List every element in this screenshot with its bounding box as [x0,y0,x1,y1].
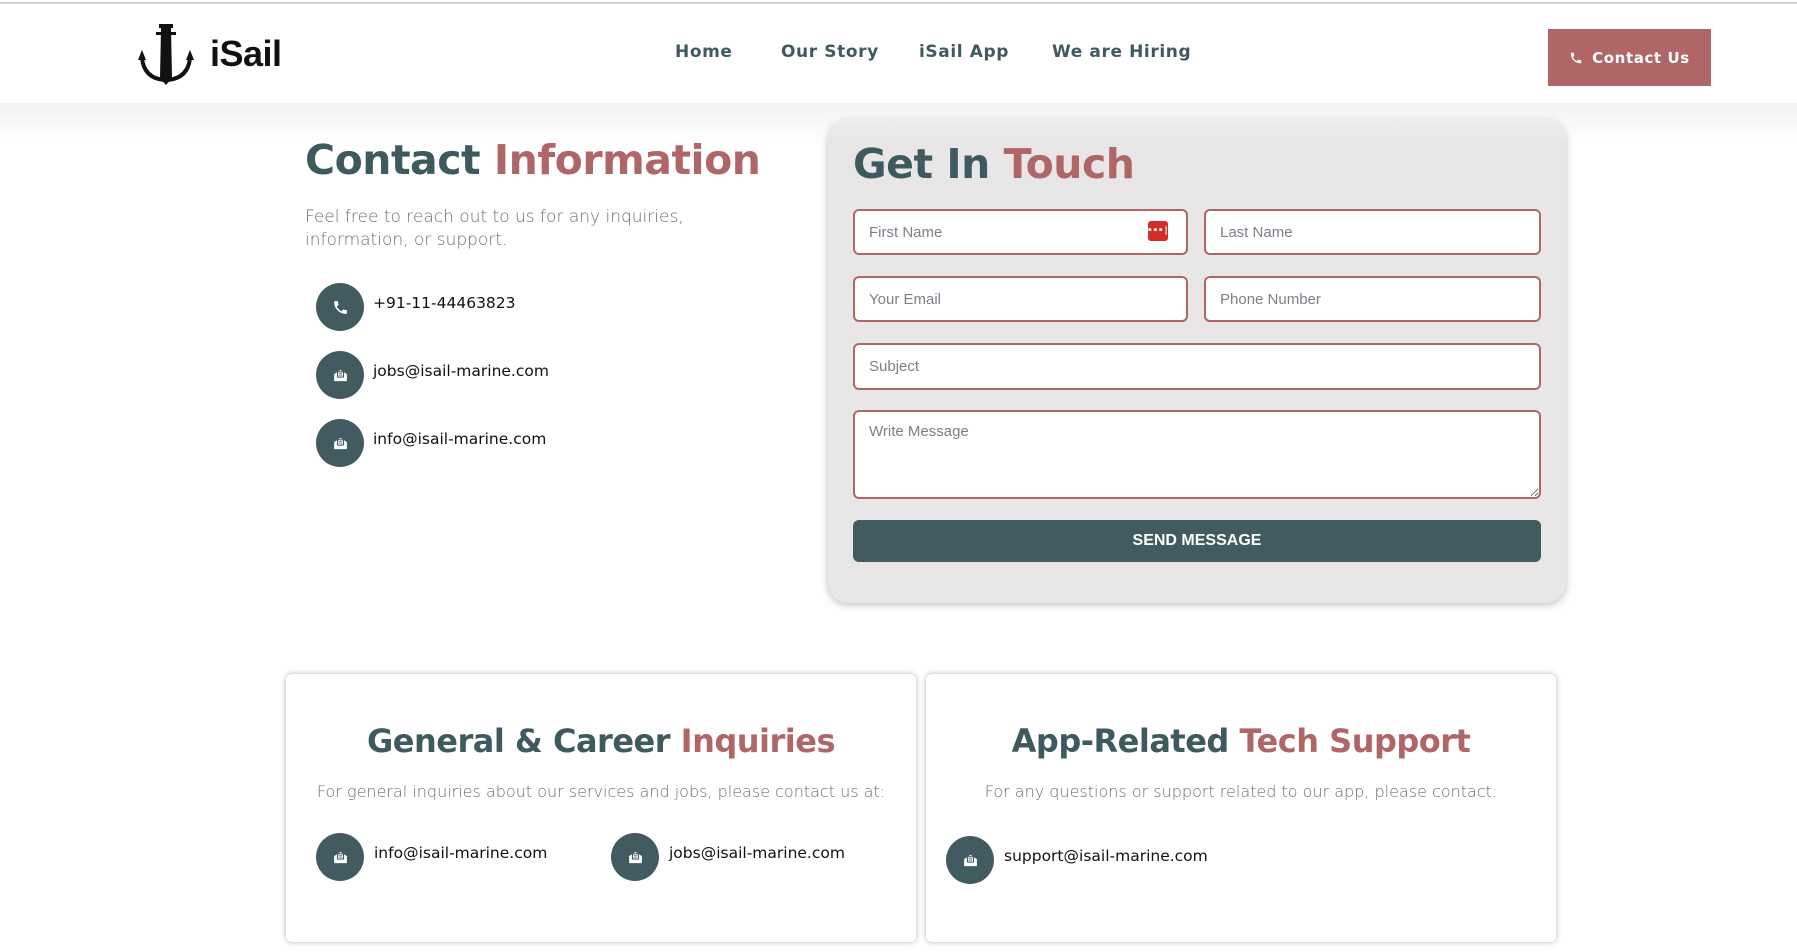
tech-support-email-text[interactable]: support@isail-marine.com [1004,847,1208,865]
title-accent: Tech Support [1239,722,1471,760]
general-jobs-email-text[interactable]: jobs@isail-marine.com [669,844,845,862]
message-textarea[interactable] [853,410,1541,499]
send-message-button[interactable]: SEND MESSAGE [853,520,1541,562]
tech-card-title: App-Related Tech Support [926,722,1556,760]
contact-information-description: Feel free to reach out to us for any inq… [305,207,684,250]
envelope-open-text-icon [316,419,364,467]
general-jobs-email-item: jobs@isail-marine.com [611,833,845,881]
contact-phone-text[interactable]: +91-11-44463823 [373,294,516,312]
form-title: Get In Touch [853,140,1135,188]
contact-info-email-text[interactable]: info@isail-marine.com [373,430,546,448]
contact-item-info-email: info@isail-marine.com [316,419,546,467]
header-shadow [0,103,1797,143]
title-accent: Touch [1003,140,1135,188]
tech-support-email-item: support@isail-marine.com [946,836,1208,884]
contact-item-phone: +91-11-44463823 [316,283,516,331]
envelope-open-text-icon [946,836,994,884]
title-accent: Inquiries [680,722,836,760]
password-manager-icon[interactable]: •••| [1147,221,1169,241]
general-career-card: General & Career Inquiries For general i… [286,674,916,942]
envelope-open-text-icon [316,351,364,399]
title-main: General & Career [366,722,671,760]
contact-us-button[interactable]: Contact Us [1548,29,1711,86]
logo[interactable]: iSail [138,22,282,86]
contact-form: Get In Touch •••| SEND MESSAGE [828,118,1566,603]
general-info-email-item: info@isail-marine.com [316,833,547,881]
general-card-title: General & Career Inquiries [286,722,916,760]
site-header: iSail Home Our Story iSail App We are Hi… [0,4,1797,103]
title-accent: Information [493,136,761,184]
subject-input[interactable] [853,343,1541,390]
first-name-input[interactable] [853,209,1188,255]
envelope-open-text-icon [611,833,659,881]
brand-name: iSail [210,33,282,74]
contact-item-jobs-email: jobs@isail-marine.com [316,351,549,399]
anchor-icon [138,24,194,85]
last-name-input[interactable] [1204,209,1541,255]
envelope-open-text-icon [316,833,364,881]
nav-we-are-hiring[interactable]: We are Hiring [1052,42,1191,62]
contact-jobs-email-text[interactable]: jobs@isail-marine.com [373,362,549,380]
nav-home[interactable]: Home [675,42,733,62]
tech-support-card: App-Related Tech Support For any questio… [926,674,1556,942]
title-main: App-Related [1011,722,1230,760]
phone-icon [1570,52,1582,63]
nav-isail-app[interactable]: iSail App [919,42,1009,62]
tech-card-description: For any questions or support related to … [984,782,1498,801]
general-info-email-text[interactable]: info@isail-marine.com [374,844,547,862]
title-main: Contact [305,136,481,184]
general-card-description: For general inquiries about our services… [316,782,886,801]
contact-us-label: Contact Us [1592,48,1690,67]
nav-our-story[interactable]: Our Story [781,42,879,62]
phone-number-input[interactable] [1204,276,1541,322]
title-main: Get In [853,140,990,188]
phone-icon [316,283,364,331]
contact-information-title: Contact Information [305,136,761,184]
email-input[interactable] [853,276,1188,322]
